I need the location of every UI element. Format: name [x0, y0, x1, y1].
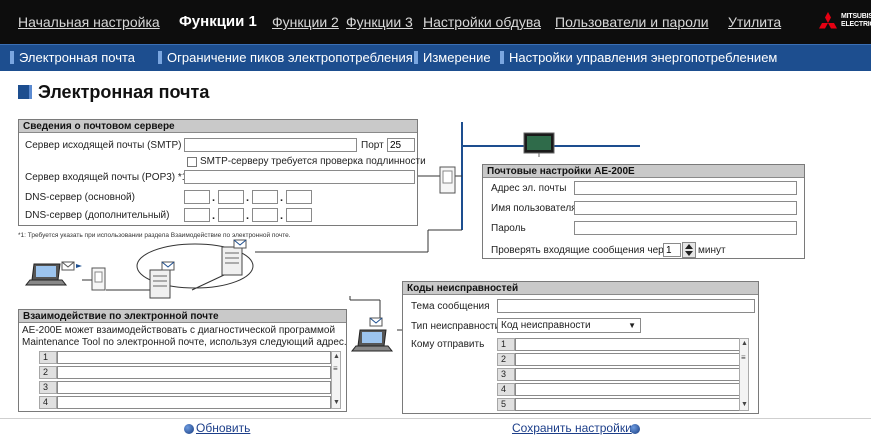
minutes-label: минут [698, 245, 726, 256]
scroll-thumb-icon[interactable]: ≡ [333, 364, 338, 373]
dns-primary-octet-1[interactable] [184, 190, 210, 204]
ip-separator: . [280, 192, 284, 204]
ip-separator: . [246, 192, 250, 204]
interaction-address-input[interactable] [57, 351, 331, 364]
dns-primary-label: DNS-сервер (основной) [25, 192, 135, 203]
check-interval-input[interactable] [663, 243, 681, 257]
list-item: 4 [39, 396, 331, 409]
list-item: 1 [497, 338, 747, 351]
mail-server-icon [149, 261, 175, 299]
interval-spinner-icon[interactable] [682, 242, 696, 258]
laptop-icon [24, 263, 68, 286]
mail-server-panel: Сведения о почтовом сервере Сервер исход… [18, 119, 426, 226]
fault-type-select[interactable]: Код неисправности ▼ [497, 318, 641, 333]
scroll-down-icon[interactable]: ▼ [333, 399, 340, 406]
smtp-label: Сервер исходящей почты (SMTP) [25, 140, 182, 151]
interaction-description-line: Maintenance Tool по электронной почте, и… [22, 337, 347, 348]
email-interaction-header: Взаимодействие по электронной почте [19, 310, 346, 323]
save-settings-link[interactable]: Сохранить настройки [512, 421, 632, 435]
row-number: 5 [497, 398, 515, 411]
fault-codes-panel: Коды неисправностей Тема сообщения Тип н… [402, 281, 759, 414]
save-bullet-icon [630, 424, 640, 434]
dns-primary-octet-4[interactable] [286, 190, 312, 204]
recipient-input[interactable] [515, 353, 747, 366]
mail-icon [61, 261, 82, 271]
dns-secondary-octet-4[interactable] [286, 208, 312, 222]
mail-server-icon [221, 239, 247, 276]
scroll-thumb-icon[interactable]: ≡ [741, 353, 746, 362]
row-number: 2 [39, 366, 57, 379]
interaction-address-input[interactable] [57, 366, 331, 379]
check-interval-label: Проверять входящие сообщения через [491, 245, 674, 256]
scroll-up-icon[interactable]: ▲ [741, 340, 748, 347]
username-input[interactable] [574, 201, 797, 215]
row-number: 4 [39, 396, 57, 409]
list-item: 1 [39, 351, 331, 364]
recipient-input[interactable] [515, 383, 747, 396]
dns-primary-octet-2[interactable] [218, 190, 244, 204]
row-number: 2 [497, 353, 515, 366]
scroll-down-icon[interactable]: ▼ [741, 401, 748, 408]
email-address-input[interactable] [574, 181, 797, 195]
port-input[interactable] [387, 138, 415, 152]
interaction-address-input[interactable] [57, 381, 331, 394]
controller-device-icon [91, 267, 106, 291]
email-interaction-panel: Взаимодействие по электронной почте AE-2… [18, 309, 347, 412]
email-address-label: Адрес эл. почты [491, 183, 567, 194]
recipient-input[interactable] [515, 398, 747, 411]
dns-secondary-octet-3[interactable] [252, 208, 278, 222]
list-item: 5 [497, 398, 747, 411]
send-to-label: Кому отправить [411, 339, 485, 350]
dns-secondary-octet-1[interactable] [184, 208, 210, 222]
recipient-input[interactable] [515, 368, 747, 381]
username-label: Имя пользователя [491, 203, 577, 214]
chevron-down-icon: ▼ [628, 321, 636, 330]
controller-device-icon [439, 166, 456, 194]
row-number: 1 [39, 351, 57, 364]
mail-server-header: Сведения о почтовом сервере [19, 120, 417, 133]
mail-settings-header: Почтовые настройки AE-200E [483, 165, 804, 178]
ip-separator: . [212, 210, 216, 222]
pop3-server-input[interactable] [184, 170, 415, 184]
row-number: 4 [497, 383, 515, 396]
footnote: *1: Требуется указать при использовании … [18, 232, 291, 239]
list-item: 2 [39, 366, 331, 379]
interaction-address-input[interactable] [57, 396, 331, 409]
ip-separator: . [280, 210, 284, 222]
footer-divider [0, 418, 871, 419]
ip-separator: . [212, 192, 216, 204]
laptop-icon [350, 317, 394, 352]
smtp-auth-checkbox[interactable] [187, 157, 197, 167]
pop3-label: Сервер входящей почты (POP3) *1 [25, 172, 188, 183]
row-number: 3 [39, 381, 57, 394]
interaction-description-line: AE-200E может взаимодействовать с диагно… [22, 325, 336, 336]
subject-input[interactable] [497, 299, 755, 313]
fault-type-label: Тип неисправности [411, 321, 501, 332]
subject-label: Тема сообщения [411, 301, 490, 312]
row-number: 1 [497, 338, 515, 351]
list-item: 2 [497, 353, 747, 366]
password-label: Пароль [491, 223, 526, 234]
recipient-input[interactable] [515, 338, 747, 351]
interaction-scrollbar[interactable]: ▲ ≡ ▼ [331, 351, 341, 409]
ip-separator: . [246, 210, 250, 222]
dns-secondary-label: DNS-сервер (дополнительный) [25, 210, 170, 221]
fault-codes-header: Коды неисправностей [403, 282, 758, 295]
list-item: 3 [497, 368, 747, 381]
list-item: 4 [497, 383, 747, 396]
port-label: Порт [361, 140, 384, 151]
row-number: 3 [497, 368, 515, 381]
recipient-scrollbar[interactable]: ▲ ≡ ▼ [739, 338, 749, 411]
dns-primary-octet-3[interactable] [252, 190, 278, 204]
smtp-auth-label: SMTP-серверу требуется проверка подлинно… [200, 156, 426, 167]
mail-settings-panel: Почтовые настройки AE-200E Адрес эл. поч… [482, 164, 805, 259]
password-input[interactable] [574, 221, 797, 235]
refresh-bullet-icon [184, 424, 194, 434]
smtp-server-input[interactable] [184, 138, 357, 152]
dns-secondary-octet-2[interactable] [218, 208, 244, 222]
scroll-up-icon[interactable]: ▲ [333, 353, 340, 360]
list-item: 3 [39, 381, 331, 394]
monitor-icon [523, 132, 555, 157]
refresh-link[interactable]: Обновить [196, 421, 250, 435]
